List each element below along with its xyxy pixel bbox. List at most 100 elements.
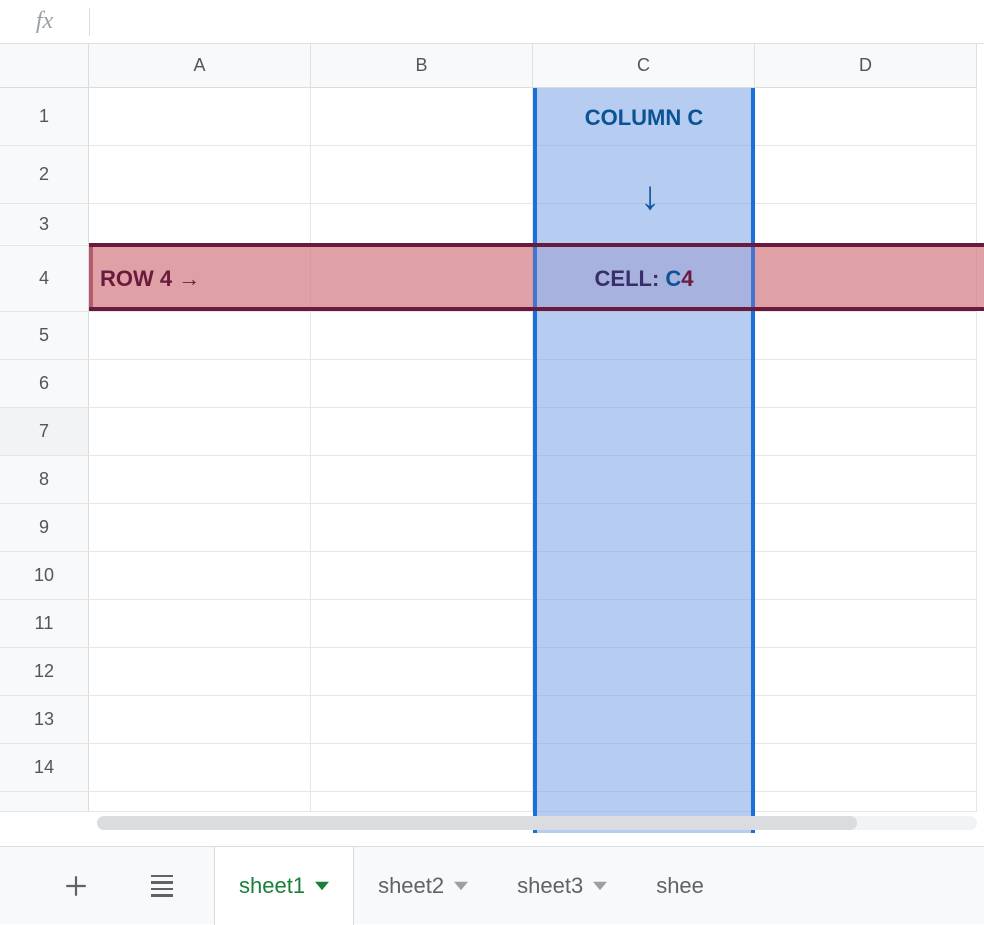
cells-area <box>89 88 977 812</box>
row-header-5[interactable]: 5 <box>0 312 89 360</box>
row-header-[interactable] <box>0 792 89 812</box>
row-header-13[interactable]: 13 <box>0 696 89 744</box>
cell-C[interactable] <box>533 792 755 812</box>
horizontal-scrollbar[interactable] <box>97 816 977 830</box>
cell-A8[interactable] <box>89 456 311 504</box>
column-header-A[interactable]: A <box>89 44 311 88</box>
cell-D[interactable] <box>755 792 977 812</box>
cell-D6[interactable] <box>755 360 977 408</box>
row-header-6[interactable]: 6 <box>0 360 89 408</box>
row-header-1[interactable]: 1 <box>0 88 89 146</box>
cell-A13[interactable] <box>89 696 311 744</box>
cell-D9[interactable] <box>755 504 977 552</box>
all-sheets-button[interactable] <box>134 858 190 914</box>
cell-C14[interactable] <box>533 744 755 792</box>
formula-input[interactable] <box>90 0 984 43</box>
row-header-2[interactable]: 2 <box>0 146 89 204</box>
cell-D7[interactable] <box>755 408 977 456</box>
row-headers: 1234567891011121314 <box>0 88 89 812</box>
cell-C10[interactable] <box>533 552 755 600</box>
cell-A5[interactable] <box>89 312 311 360</box>
cell-A9[interactable] <box>89 504 311 552</box>
cell-B4[interactable] <box>311 246 533 312</box>
cell-C2[interactable] <box>533 146 755 204</box>
cell-B7[interactable] <box>311 408 533 456</box>
cell-A4[interactable] <box>89 246 311 312</box>
cell-B6[interactable] <box>311 360 533 408</box>
chevron-down-icon <box>315 881 329 891</box>
cell-B13[interactable] <box>311 696 533 744</box>
cell-C7[interactable] <box>533 408 755 456</box>
sheet-tab-sheet3[interactable]: sheet3 <box>493 847 632 925</box>
cell-D2[interactable] <box>755 146 977 204</box>
row-header-7[interactable]: 7 <box>0 408 89 456</box>
sheet-tab-sheet4[interactable]: shee <box>632 847 705 925</box>
cell-B[interactable] <box>311 792 533 812</box>
cell-A2[interactable] <box>89 146 311 204</box>
cell-C13[interactable] <box>533 696 755 744</box>
cell-C4[interactable] <box>533 246 755 312</box>
row-header-8[interactable]: 8 <box>0 456 89 504</box>
cell-A1[interactable] <box>89 88 311 146</box>
cell-C5[interactable] <box>533 312 755 360</box>
cell-C3[interactable] <box>533 204 755 246</box>
cell-B3[interactable] <box>311 204 533 246</box>
cell-A14[interactable] <box>89 744 311 792</box>
cell-B9[interactable] <box>311 504 533 552</box>
cell-A11[interactable] <box>89 600 311 648</box>
cell-C8[interactable] <box>533 456 755 504</box>
cell-D13[interactable] <box>755 696 977 744</box>
cell-D4[interactable] <box>755 246 977 312</box>
cell-D5[interactable] <box>755 312 977 360</box>
row-header-12[interactable]: 12 <box>0 648 89 696</box>
cell-C12[interactable] <box>533 648 755 696</box>
sheet-tab-sheet2[interactable]: sheet2 <box>354 847 493 925</box>
sheet-tab-label: sheet2 <box>378 873 444 899</box>
sheet-tab-label: sheet1 <box>239 873 305 899</box>
cell-D8[interactable] <box>755 456 977 504</box>
sheet-tab-sheet1[interactable]: sheet1 <box>214 847 354 925</box>
sheet-tabs-bar: sheet1 sheet2 sheet3 shee <box>0 846 984 924</box>
row-header-3[interactable]: 3 <box>0 204 89 246</box>
cell-D10[interactable] <box>755 552 977 600</box>
cell-B1[interactable] <box>311 88 533 146</box>
cell-C11[interactable] <box>533 600 755 648</box>
row-header-4[interactable]: 4 <box>0 246 89 312</box>
row-header-9[interactable]: 9 <box>0 504 89 552</box>
chevron-down-icon <box>593 881 607 891</box>
cell-C9[interactable] <box>533 504 755 552</box>
cell-D14[interactable] <box>755 744 977 792</box>
cell-B11[interactable] <box>311 600 533 648</box>
cell-A6[interactable] <box>89 360 311 408</box>
cell-B8[interactable] <box>311 456 533 504</box>
cell-B5[interactable] <box>311 312 533 360</box>
cell-B10[interactable] <box>311 552 533 600</box>
cell-D1[interactable] <box>755 88 977 146</box>
row-header-10[interactable]: 10 <box>0 552 89 600</box>
cell-A12[interactable] <box>89 648 311 696</box>
cell-D3[interactable] <box>755 204 977 246</box>
cell-A10[interactable] <box>89 552 311 600</box>
select-all-corner[interactable] <box>0 44 89 88</box>
row-header-11[interactable]: 11 <box>0 600 89 648</box>
column-header-B[interactable]: B <box>311 44 533 88</box>
cell-A3[interactable] <box>89 204 311 246</box>
cell-C1[interactable] <box>533 88 755 146</box>
cell-A[interactable] <box>89 792 311 812</box>
cell-B2[interactable] <box>311 146 533 204</box>
cell-B14[interactable] <box>311 744 533 792</box>
cell-D12[interactable] <box>755 648 977 696</box>
menu-icon <box>151 875 173 897</box>
row-header-14[interactable]: 14 <box>0 744 89 792</box>
cell-D11[interactable] <box>755 600 977 648</box>
spreadsheet-grid: A B C D 1234567891011121314 COLUMN C ↓ R… <box>0 44 984 834</box>
cell-C6[interactable] <box>533 360 755 408</box>
cell-A7[interactable] <box>89 408 311 456</box>
scrollbar-thumb[interactable] <box>97 816 857 830</box>
add-sheet-button[interactable] <box>48 858 104 914</box>
sheet-tab-label: sheet3 <box>517 873 583 899</box>
chevron-down-icon <box>454 881 468 891</box>
column-header-C[interactable]: C <box>533 44 755 88</box>
cell-B12[interactable] <box>311 648 533 696</box>
column-header-D[interactable]: D <box>755 44 977 88</box>
